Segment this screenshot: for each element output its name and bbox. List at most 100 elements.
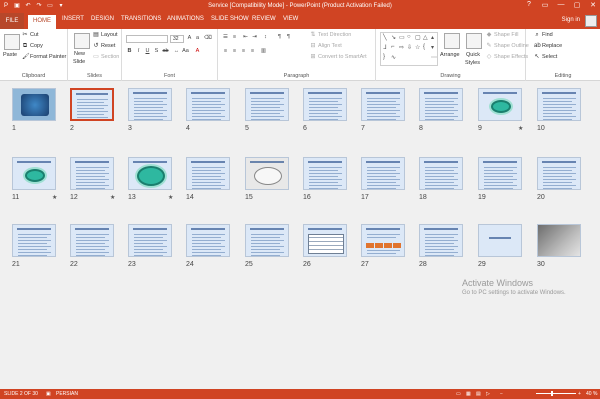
gallery-down-icon[interactable]: ▾ — [431, 44, 434, 51]
reading-view-icon[interactable]: ▤ — [476, 391, 481, 397]
slide-thumbnail[interactable] — [303, 88, 347, 121]
slide-thumbnail[interactable] — [128, 88, 172, 121]
new-slide-button[interactable]: New — [74, 51, 85, 57]
animation-star-icon[interactable]: ★ — [518, 125, 523, 132]
brace-shape-icon[interactable]: { — [423, 44, 425, 50]
format-painter-button[interactable]: 🖌 Format Painter — [22, 54, 66, 60]
slide-thumbnail[interactable] — [361, 157, 405, 190]
shape-outline-button[interactable]: ✎ Shape Outline — [486, 43, 528, 49]
convert-smartart-button[interactable]: ⊞ Convert to SmartArt — [310, 54, 366, 60]
slide-thumbnail[interactable] — [478, 224, 522, 257]
slide-thumbnail[interactable] — [419, 88, 463, 121]
reset-button[interactable]: ↺ Reset — [93, 43, 115, 49]
gallery-more-icon[interactable]: ⋯ — [431, 54, 437, 61]
align-text-button[interactable]: ⊟ Align Text — [310, 43, 341, 49]
justify-icon[interactable]: ≡ — [249, 48, 256, 55]
slide-thumbnail[interactable] — [303, 157, 347, 190]
tab-view[interactable]: VIEW — [283, 16, 298, 22]
slide-thumbnail[interactable] — [70, 224, 114, 257]
sign-in-link[interactable]: Sign in — [562, 17, 580, 23]
slide-thumbnail[interactable] — [478, 157, 522, 190]
arrow-shape-icon[interactable]: ↘ — [391, 34, 396, 41]
tab-insert[interactable]: INSERT — [62, 16, 84, 22]
zoom-slider[interactable] — [536, 391, 576, 396]
shadow-icon[interactable]: S — [153, 48, 160, 55]
avatar[interactable] — [585, 15, 597, 27]
triangle-shape-icon[interactable]: △ — [423, 34, 428, 41]
shrink-font-icon[interactable]: a — [194, 35, 201, 42]
align-left-icon[interactable]: ≡ — [222, 48, 229, 55]
slide-thumbnail[interactable] — [186, 88, 230, 121]
tab-slide-show[interactable]: SLIDE SHOW — [211, 16, 249, 22]
rtl-icon[interactable]: ¶ — [276, 34, 283, 41]
slide-thumbnail[interactable] — [419, 224, 463, 257]
slide-thumbnail[interactable] — [245, 224, 289, 257]
slide-thumbnail[interactable] — [245, 88, 289, 121]
curve-shape-icon[interactable]: ∿ — [391, 54, 396, 61]
animation-star-icon[interactable]: ★ — [52, 194, 57, 201]
right-arrow-shape-icon[interactable]: ⇨ — [399, 44, 404, 51]
change-case-icon[interactable]: Aa — [182, 48, 189, 55]
tab-design[interactable]: DESIGN — [91, 16, 114, 22]
spacing-icon[interactable]: ↔ — [173, 48, 180, 55]
line-shape-icon[interactable]: ╲ — [383, 34, 387, 41]
zoom-level[interactable]: 40 % — [586, 391, 597, 397]
ltr-icon[interactable]: ¶ — [285, 34, 292, 41]
star-shape-icon[interactable]: ☆ — [415, 44, 420, 51]
slide-thumbnail[interactable] — [70, 157, 114, 190]
animation-star-icon[interactable]: ★ — [168, 194, 173, 201]
minimize-button[interactable]: — — [556, 1, 566, 9]
help-button[interactable]: ? — [524, 1, 534, 9]
increase-indent-icon[interactable]: ⇥ — [251, 34, 258, 41]
shape-effects-button[interactable]: ◇ Shape Effects — [486, 54, 528, 60]
slide-thumbnail[interactable] — [12, 224, 56, 257]
textbox-shape-icon[interactable]: ▢ — [415, 34, 421, 41]
slide-thumbnail[interactable] — [186, 224, 230, 257]
cut-button[interactable]: ✂ Cut — [22, 32, 38, 38]
slide-thumbnail[interactable] — [128, 224, 172, 257]
bold-icon[interactable]: B — [126, 48, 133, 55]
connector-shape-icon[interactable]: ⌐ — [391, 44, 395, 50]
align-right-icon[interactable]: ≡ — [240, 48, 247, 55]
close-button[interactable]: ✕ — [588, 1, 598, 9]
zoom-in-icon[interactable]: + — [578, 391, 581, 397]
animation-star-icon[interactable]: ★ — [110, 194, 115, 201]
italic-icon[interactable]: I — [135, 48, 142, 55]
slide-thumbnail[interactable] — [303, 224, 347, 257]
clear-format-icon[interactable]: ⌫ — [204, 35, 212, 42]
arrange-button[interactable]: Arrange — [440, 52, 460, 58]
grow-font-icon[interactable]: A — [186, 35, 193, 42]
slide-thumbnail[interactable] — [361, 88, 405, 121]
line2-shape-icon[interactable]: ᒧ — [383, 44, 387, 51]
slide-thumbnail[interactable] — [537, 88, 581, 121]
font-color-icon[interactable]: A — [194, 48, 201, 55]
bullets-icon[interactable]: ☰ — [222, 34, 229, 41]
underline-icon[interactable]: U — [144, 48, 151, 55]
line-spacing-icon[interactable]: ↕ — [262, 34, 269, 41]
columns-icon[interactable]: ▥ — [260, 48, 267, 55]
normal-view-icon[interactable]: ▭ — [456, 391, 461, 397]
bracket-shape-icon[interactable]: } — [383, 54, 385, 60]
slide-thumbnail[interactable] — [70, 88, 114, 121]
layout-button[interactable]: ▤ Layout — [93, 32, 117, 38]
copy-button[interactable]: ⧉ Copy — [22, 43, 43, 49]
spelling-icon[interactable]: ▣ — [46, 391, 51, 397]
font-name-combo[interactable] — [126, 35, 168, 43]
quick-styles-button[interactable]: Quick — [466, 52, 480, 58]
align-center-icon[interactable]: ≡ — [231, 48, 238, 55]
quick-styles-button-2[interactable]: Styles — [465, 60, 480, 66]
zoom-out-icon[interactable]: − — [500, 391, 503, 397]
slide-thumbnail[interactable] — [361, 224, 405, 257]
down-arrow-shape-icon[interactable]: ⇩ — [407, 44, 412, 51]
slide-thumbnail[interactable] — [537, 224, 581, 257]
slide-thumbnail[interactable] — [186, 157, 230, 190]
slide-thumbnail[interactable] — [12, 157, 56, 190]
slide-sorter-view-icon[interactable]: ▦ — [466, 391, 471, 397]
decrease-indent-icon[interactable]: ⇤ — [242, 34, 249, 41]
find-button[interactable]: ⌕ Find — [534, 32, 552, 38]
tab-review[interactable]: REVIEW — [252, 16, 276, 22]
rectangle-shape-icon[interactable]: ▭ — [399, 34, 405, 41]
shapes-gallery[interactable]: ╲ ↘ ▭ ○ ▢ △ ᒧ ⌐ ⇨ ⇩ ☆ { } ∿ ▴ ▾ ⋯ — [380, 32, 438, 66]
strikethrough-icon[interactable]: ab — [162, 48, 169, 55]
ribbon-display-button[interactable]: ▭ — [540, 1, 550, 9]
